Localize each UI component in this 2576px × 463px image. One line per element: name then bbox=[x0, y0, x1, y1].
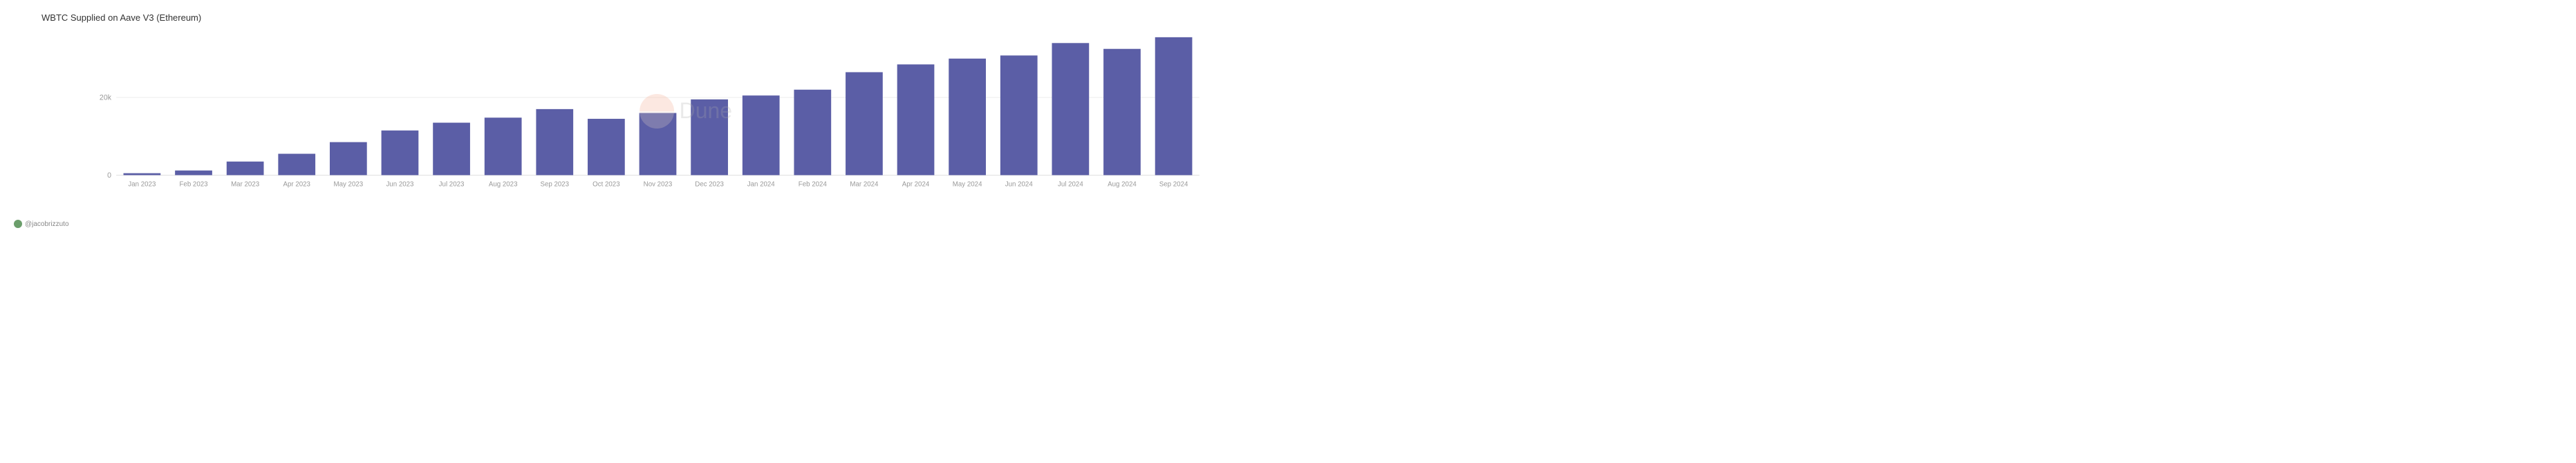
bar[interactable] bbox=[1000, 55, 1038, 175]
bar[interactable] bbox=[124, 173, 161, 176]
x-axis-label: May 2023 bbox=[334, 180, 364, 188]
x-axis-label: Oct 2023 bbox=[592, 180, 619, 188]
bar[interactable] bbox=[536, 109, 573, 176]
svg-text:0: 0 bbox=[107, 171, 111, 180]
bar[interactable] bbox=[227, 162, 264, 176]
bar[interactable] bbox=[278, 154, 315, 176]
attribution-text: @jacobrizzuto bbox=[25, 220, 69, 228]
x-axis-label: Feb 2023 bbox=[179, 180, 207, 188]
bar[interactable] bbox=[330, 142, 367, 176]
chart-container: WBTC Supplied on Aave V3 (Ethereum) Dune… bbox=[0, 0, 1288, 232]
attribution: @jacobrizzuto bbox=[14, 220, 69, 228]
x-axis-label: Feb 2024 bbox=[799, 180, 828, 188]
x-axis-label: Apr 2023 bbox=[283, 180, 310, 188]
x-axis-label: Sep 2023 bbox=[540, 180, 569, 188]
x-axis-label: May 2024 bbox=[953, 180, 982, 188]
bar[interactable] bbox=[743, 95, 780, 175]
x-axis-label: Jul 2024 bbox=[1058, 180, 1083, 188]
x-axis-label: Dec 2023 bbox=[695, 180, 724, 188]
x-axis-label: Aug 2024 bbox=[1108, 180, 1137, 188]
x-axis-label: Mar 2023 bbox=[231, 180, 259, 188]
chart-title: WBTC Supplied on Aave V3 (Ethereum) bbox=[41, 12, 1274, 23]
bar[interactable] bbox=[588, 119, 625, 176]
bar[interactable] bbox=[640, 113, 677, 175]
x-axis-label: Jul 2023 bbox=[439, 180, 465, 188]
x-axis-label: Jun 2023 bbox=[386, 180, 413, 188]
bar[interactable] bbox=[691, 100, 728, 176]
chart-area: Dune 020kJan 2023Feb 2023Mar 2023Apr 202… bbox=[41, 28, 1274, 193]
svg-text:20k: 20k bbox=[100, 94, 112, 102]
x-axis-label: Jan 2023 bbox=[128, 180, 156, 188]
bar[interactable] bbox=[897, 64, 935, 175]
bar[interactable] bbox=[382, 131, 419, 176]
x-axis-label: Jan 2024 bbox=[747, 180, 776, 188]
bar[interactable] bbox=[949, 59, 986, 176]
bar[interactable] bbox=[846, 72, 883, 175]
x-axis-label: Apr 2024 bbox=[902, 180, 930, 188]
x-axis-label: Mar 2024 bbox=[850, 180, 879, 188]
x-axis-label: Sep 2024 bbox=[1159, 180, 1188, 188]
x-axis-label: Aug 2023 bbox=[489, 180, 518, 188]
bar-chart-svg: 0 20k Jan 2023 Feb 2023 Mar 2023 Apr 2023 May … bbox=[41, 28, 1274, 193]
bar[interactable] bbox=[794, 90, 831, 176]
bar[interactable] bbox=[1103, 49, 1141, 176]
bar[interactable] bbox=[175, 171, 212, 176]
x-axis-label: Nov 2023 bbox=[644, 180, 673, 188]
bar[interactable] bbox=[1052, 43, 1090, 175]
bar[interactable] bbox=[485, 117, 522, 175]
bar[interactable] bbox=[1155, 37, 1193, 176]
bar[interactable] bbox=[433, 123, 470, 176]
attribution-dot bbox=[14, 220, 22, 228]
x-axis-label: Jun 2024 bbox=[1005, 180, 1034, 188]
